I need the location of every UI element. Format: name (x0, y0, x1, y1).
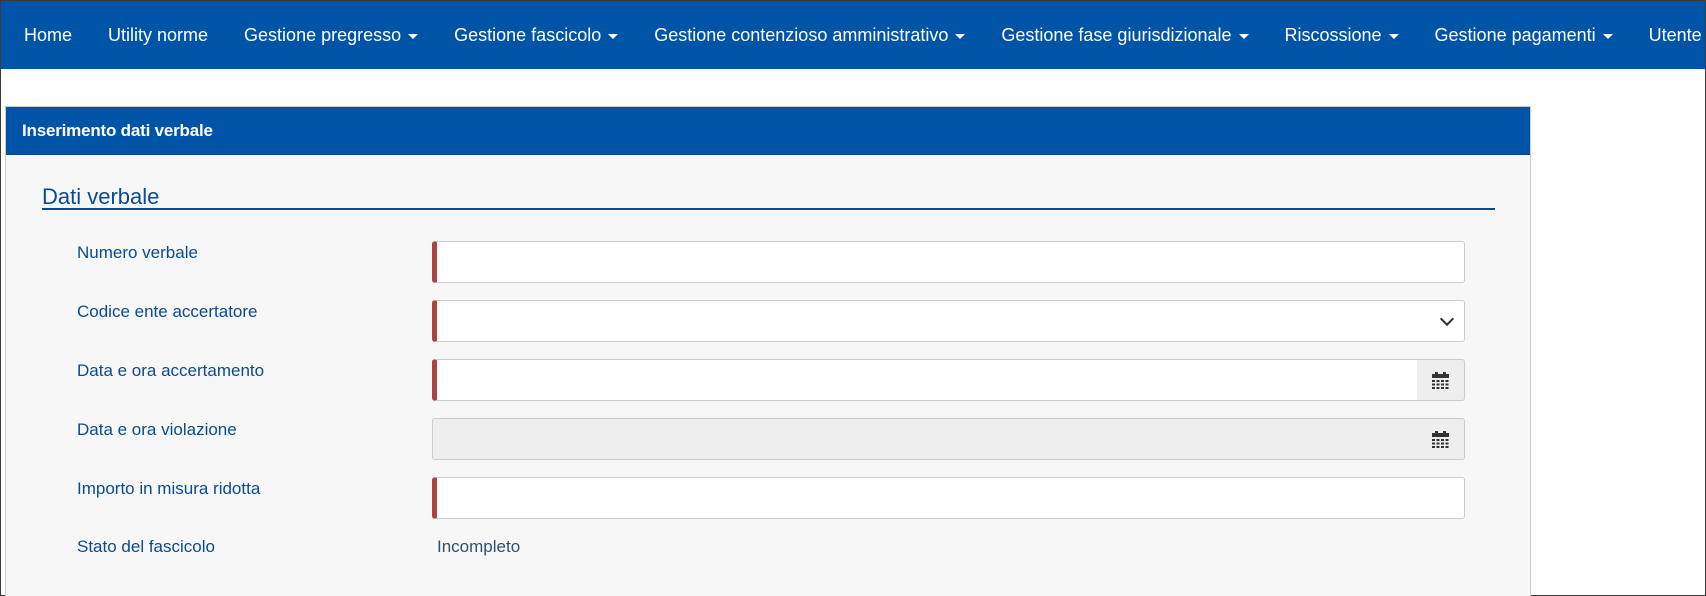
nav-gestione-fase-giurisdizionale-label: Gestione fase giurisdizionale (1001, 24, 1232, 45)
section-title: Dati verbale (42, 184, 160, 209)
data-violazione-label: Data e ora violazione (77, 420, 237, 439)
nav-riscossione-label: Riscossione (1284, 24, 1382, 45)
codice-ente-label: Codice ente accertatore (77, 302, 258, 321)
caret-down-icon (1602, 33, 1613, 39)
nav-home[interactable]: Home (24, 25, 72, 46)
importo-input[interactable] (432, 477, 1465, 519)
nav-gestione-pregresso-label: Gestione pregresso (244, 24, 402, 45)
caret-down-icon (955, 33, 966, 39)
calendar-icon (1432, 371, 1449, 389)
data-violazione-input (432, 418, 1418, 460)
data-violazione-calendar-button[interactable] (1417, 418, 1465, 460)
nav-riscossione[interactable]: Riscossione (1285, 25, 1399, 46)
nav-gestione-contenzioso-label: Gestione contenzioso amministrativo (654, 24, 949, 45)
nav-gestione-pagamenti-label: Gestione pagamenti (1434, 24, 1596, 45)
numero-verbale-input[interactable] (432, 241, 1465, 283)
calendar-icon (1432, 430, 1449, 448)
verbale-panel: Inserimento dati verbale Dati verbale Nu… (5, 106, 1531, 596)
data-accertamento-input[interactable] (432, 359, 1418, 401)
caret-down-icon (608, 33, 619, 39)
nav-gestione-fase-giurisdizionale[interactable]: Gestione fase giurisdizionale (1001, 24, 1249, 46)
nav-utente-label: Utente (1648, 24, 1702, 45)
nav-utility-norme-label: Utility norme (108, 24, 209, 45)
nav-home-label: Home (24, 24, 73, 45)
panel-title: Inserimento dati verbale (6, 107, 1530, 155)
numero-verbale-label: Numero verbale (77, 243, 198, 262)
data-accertamento-calendar-button[interactable] (1417, 359, 1465, 401)
caret-down-icon (408, 33, 419, 39)
section-divider (42, 208, 1495, 210)
stato-fascicolo-value: Incompleto (437, 537, 521, 556)
nav-utility-norme[interactable]: Utility norme (108, 25, 208, 46)
nav-gestione-pregresso[interactable]: Gestione pregresso (244, 24, 419, 46)
chevron-down-icon (1439, 311, 1455, 327)
importo-label: Importo in misura ridotta (77, 479, 261, 498)
stato-fascicolo-label: Stato del fascicolo (77, 537, 215, 556)
caret-down-icon (1388, 33, 1399, 39)
nav-utente[interactable]: Utente (1649, 25, 1706, 46)
nav-gestione-contenzioso[interactable]: Gestione contenzioso amministrativo (654, 24, 966, 46)
main-navbar: Home Utility norme Gestione pregresso Ge… (1, 1, 1705, 69)
nav-gestione-fascicolo-label: Gestione fascicolo (454, 24, 602, 45)
nav-gestione-pagamenti[interactable]: Gestione pagamenti (1435, 25, 1613, 46)
codice-ente-select[interactable] (432, 300, 1465, 342)
caret-down-icon (1238, 33, 1249, 39)
nav-gestione-fascicolo[interactable]: Gestione fascicolo (454, 24, 619, 46)
data-accertamento-label: Data e ora accertamento (77, 361, 265, 380)
